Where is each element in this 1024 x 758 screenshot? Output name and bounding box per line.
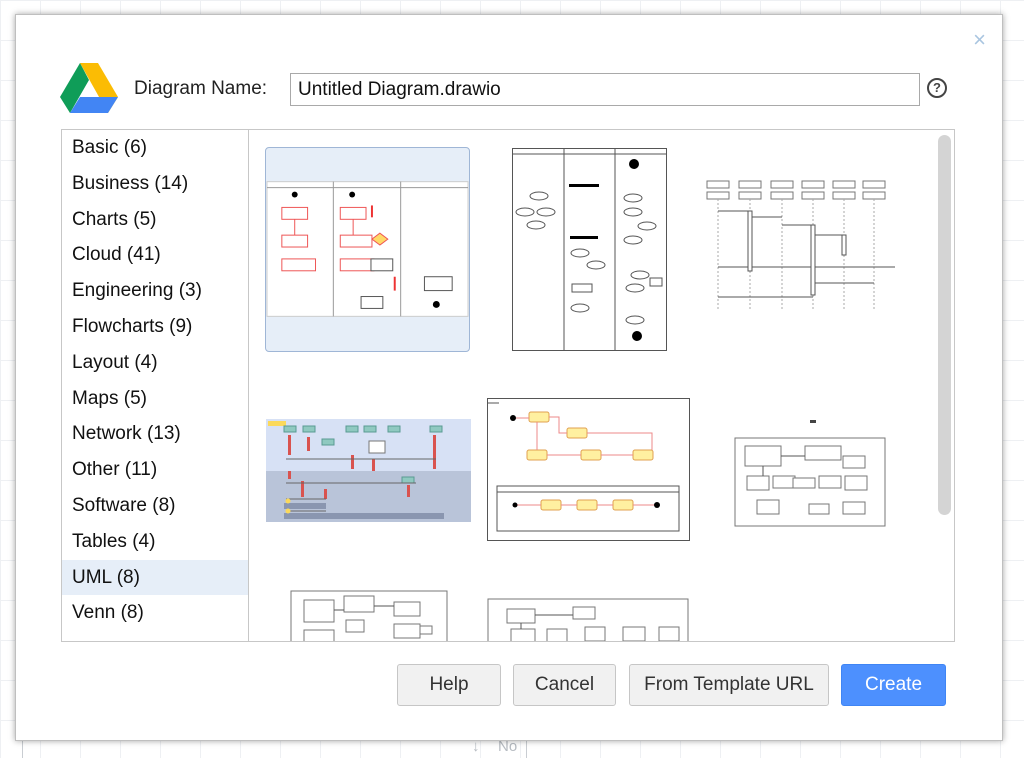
category-item[interactable]: Basic (6) (62, 130, 248, 166)
template-thumbnail[interactable] (512, 148, 667, 351)
template-thumbnail[interactable] (266, 419, 471, 522)
category-item[interactable]: Venn (8) (62, 595, 248, 631)
category-item[interactable]: UML (8) (62, 559, 248, 596)
category-item[interactable]: Engineering (3) (62, 273, 248, 309)
help-circle-icon[interactable]: ? (927, 78, 947, 98)
template-thumbnail[interactable] (487, 597, 689, 641)
category-item[interactable]: Flowcharts (9) (62, 309, 248, 345)
template-thumbnail[interactable] (290, 590, 448, 641)
template-scrollbar[interactable] (938, 135, 951, 515)
cancel-button[interactable]: Cancel (513, 664, 616, 706)
category-item[interactable]: Maps (5) (62, 381, 248, 417)
template-thumbnail[interactable] (487, 398, 690, 541)
close-icon[interactable]: × (973, 29, 986, 51)
new-diagram-dialog: × Diagram Name: ? Basic (6)Business (14)… (15, 14, 1003, 741)
template-thumbnail[interactable] (705, 179, 905, 319)
create-button[interactable]: Create (841, 664, 946, 706)
template-thumbnail[interactable] (733, 420, 888, 530)
diagram-name-input[interactable] (290, 73, 920, 106)
category-list: Basic (6) Business (14) Charts (5) Cloud (4… (61, 129, 249, 642)
category-item[interactable]: Tables (4) (62, 524, 248, 560)
google-drive-icon (60, 63, 118, 113)
template-thumbnail-selected[interactable] (265, 147, 470, 352)
diagram-name-label: Diagram Name: (134, 78, 268, 99)
category-item[interactable]: Network (13) (62, 416, 248, 452)
category-item[interactable]: Business (14) (62, 166, 248, 202)
category-item[interactable]: Charts (5) (62, 202, 248, 238)
category-item[interactable]: Software (8) (62, 488, 248, 524)
canvas-line (22, 741, 23, 758)
from-template-url-button[interactable]: From Template URL (629, 664, 829, 706)
category-item[interactable]: Cloud (41) (62, 237, 248, 273)
category-item[interactable]: Other (11) (62, 452, 248, 488)
canvas-line (526, 741, 527, 758)
help-button[interactable]: Help (397, 664, 501, 706)
category-item[interactable]: Layout (4) (62, 345, 248, 381)
template-gallery (249, 129, 955, 642)
